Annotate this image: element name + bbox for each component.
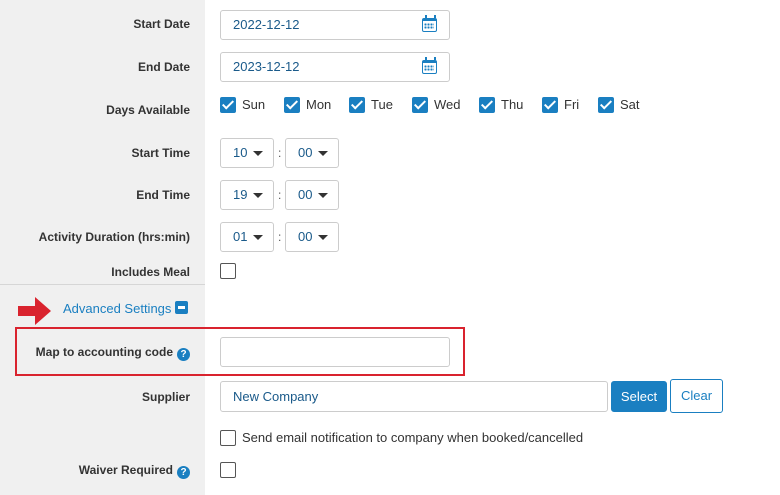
select-value: 00 (298, 229, 313, 244)
accounting-code-input[interactable] (220, 337, 450, 367)
start-time-hours-select[interactable]: 10 (220, 138, 274, 168)
end-time-minutes-select[interactable]: 00 (285, 180, 339, 210)
day-checkbox-sun[interactable]: Sun (220, 96, 266, 113)
caret-down-icon (253, 193, 263, 198)
time-separator: : (278, 146, 282, 160)
checkbox[interactable] (479, 96, 495, 113)
checkbox[interactable] (220, 96, 236, 113)
end-date-label: End Date (137, 60, 190, 74)
start-date-label: Start Date (133, 17, 190, 31)
caret-down-icon (318, 235, 328, 240)
day-checkbox-wed[interactable]: Wed (412, 96, 461, 113)
advanced-settings-toggle[interactable]: Advanced Settings (63, 301, 189, 316)
supplier-value: New Company (233, 389, 319, 404)
day-label: Sun (242, 97, 266, 113)
days-available-label: Days Available (106, 103, 190, 117)
select-value: 01 (233, 229, 248, 244)
day-checkbox-thu[interactable]: Thu (479, 96, 524, 113)
question-circle-icon[interactable]: ? (177, 348, 190, 361)
caret-down-icon (318, 151, 328, 156)
end-date-input[interactable]: 2023-12-12 (220, 52, 450, 82)
checkbox[interactable] (284, 96, 300, 113)
select-value: 00 (298, 145, 313, 160)
day-label: Sat (620, 97, 640, 113)
day-label: Wed (434, 97, 461, 113)
checkbox[interactable] (598, 96, 614, 113)
calendar-icon[interactable] (422, 57, 437, 74)
start-date-input[interactable]: 2022-12-12 (220, 10, 450, 40)
send-email-option[interactable]: Send email notification to company when … (220, 429, 583, 446)
checkbox[interactable] (349, 96, 365, 113)
select-supplier-button[interactable]: Select (611, 381, 667, 412)
time-separator: : (278, 230, 282, 244)
includes-meal-label: Includes Meal (111, 265, 190, 279)
waiver-required-checkbox[interactable] (220, 462, 236, 478)
duration-hours-select[interactable]: 01 (220, 222, 274, 252)
question-circle-icon[interactable]: ? (177, 466, 190, 479)
duration-minutes-select[interactable]: 00 (285, 222, 339, 252)
day-checkbox-tue[interactable]: Tue (349, 96, 393, 113)
waiver-required-label-text: Waiver Required (78, 463, 173, 477)
supplier-label: Supplier (141, 390, 190, 404)
red-arrow-annotation (18, 297, 51, 325)
checkbox[interactable] (412, 96, 428, 113)
end-date-value: 2023-12-12 (233, 59, 300, 74)
time-separator: : (278, 188, 282, 202)
send-email-label: Send email notification to company when … (242, 430, 584, 446)
advanced-settings-label[interactable]: Advanced Settings (63, 301, 171, 316)
start-time-minutes-select[interactable]: 00 (285, 138, 339, 168)
caret-down-icon (253, 151, 263, 156)
supplier-input[interactable]: New Company (220, 381, 608, 412)
send-email-checkbox[interactable] (220, 429, 236, 446)
caret-down-icon (318, 193, 328, 198)
checkbox[interactable] (542, 96, 558, 113)
collapse-minus-icon[interactable] (175, 301, 189, 314)
accounting-code-label-text: Map to accounting code (35, 345, 173, 359)
day-checkbox-fri[interactable]: Fri (542, 96, 580, 113)
includes-meal-checkbox[interactable] (220, 263, 236, 279)
caret-down-icon (253, 235, 263, 240)
clear-supplier-button[interactable]: Clear (670, 379, 723, 413)
day-label: Fri (564, 97, 580, 113)
end-time-hours-select[interactable]: 19 (220, 180, 274, 210)
day-label: Mon (306, 97, 332, 113)
select-value: 00 (298, 187, 313, 202)
end-time-label: End Time (136, 188, 190, 202)
day-label: Thu (501, 97, 524, 113)
label-column (0, 0, 205, 495)
start-date-value: 2022-12-12 (233, 17, 300, 32)
activity-duration-label: Activity Duration (hrs:min) (38, 230, 190, 244)
day-label: Tue (371, 97, 393, 113)
select-value: 10 (233, 145, 248, 160)
day-checkbox-sat[interactable]: Sat (598, 96, 640, 113)
accounting-code-label: Map to accounting code? (36, 345, 190, 361)
day-checkbox-mon[interactable]: Mon (284, 96, 332, 113)
start-time-label: Start Time (131, 146, 190, 160)
section-divider (0, 284, 205, 285)
calendar-icon[interactable] (422, 15, 437, 32)
select-value: 19 (233, 187, 248, 202)
waiver-required-label: Waiver Required? (79, 463, 190, 479)
